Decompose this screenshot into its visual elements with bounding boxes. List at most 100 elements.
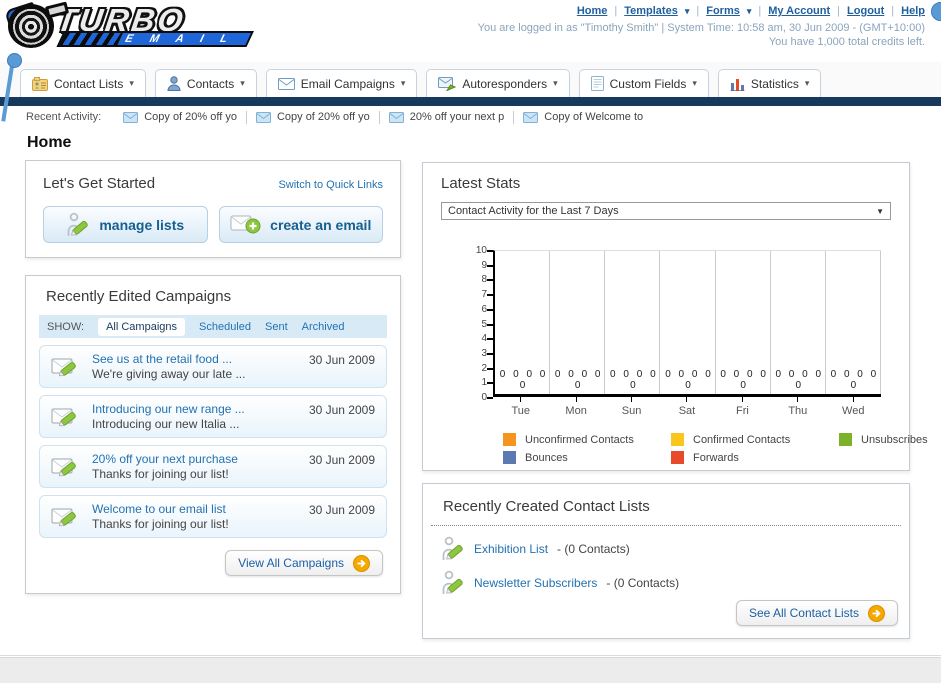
- nav-separator: |: [758, 5, 762, 17]
- campaign-date: 30 Jun 2009: [308, 453, 375, 467]
- arrow-circle-icon: [353, 554, 370, 572]
- legend-item: Unconfirmed Contacts: [503, 433, 671, 446]
- campaign-row[interactable]: See us at the retail food ... We're givi…: [39, 345, 387, 388]
- y-axis-tick-label: 0: [481, 392, 487, 403]
- divider: [513, 110, 515, 124]
- y-axis-tick-label: 1: [481, 377, 487, 389]
- filter-sent[interactable]: Sent: [265, 321, 288, 333]
- x-axis-category: Tue: [493, 397, 548, 417]
- divider: [378, 110, 380, 124]
- envelope-icon: [123, 111, 139, 123]
- person-pencil-icon: [66, 212, 90, 238]
- envelope-plus-icon: [230, 214, 261, 235]
- campaign-title-link[interactable]: See us at the retail food ...: [92, 352, 245, 367]
- chevron-down-icon: ▾: [746, 5, 752, 16]
- nav-templates-link[interactable]: Templates: [624, 5, 678, 17]
- get-started-panel: Let's Get Started Switch to Quick Links …: [25, 160, 401, 258]
- switch-quick-links[interactable]: Switch to Quick Links: [278, 179, 383, 191]
- filter-archived[interactable]: Archived: [302, 321, 345, 333]
- tab-custom-fields[interactable]: Custom Fields ▾: [578, 69, 709, 97]
- tab-contact-lists[interactable]: Contact Lists ▾: [20, 69, 146, 97]
- legend-swatch: [503, 451, 516, 464]
- y-axis-tick: [487, 250, 493, 252]
- y-axis-tick: [487, 367, 493, 370]
- nav-forms-link[interactable]: Forms: [706, 5, 740, 17]
- campaigns-title: Recently Edited Campaigns: [46, 288, 232, 305]
- get-started-title: Let's Get Started: [43, 175, 156, 192]
- contact-list-row[interactable]: Newsletter Subscribers - (0 Contacts): [441, 570, 891, 596]
- campaign-title-link[interactable]: Introducing our new range ...: [92, 402, 245, 417]
- see-all-contact-lists-label: See All Contact Lists: [748, 606, 859, 620]
- chart-value-label-group: 0 0 0 0 0: [830, 369, 877, 391]
- person-icon: [167, 76, 181, 91]
- tab-contacts[interactable]: Contacts ▾: [154, 69, 257, 97]
- activity-item-label: Copy of 20% off yo: [144, 111, 237, 123]
- nav-separator: |: [614, 5, 618, 17]
- y-axis-tick: [487, 382, 493, 385]
- arrow-circle-icon: [868, 604, 885, 622]
- login-status-text: You are logged in as "Timothy Smith" | S…: [477, 22, 925, 34]
- chevron-down-icon: ▾: [684, 5, 690, 16]
- envelope-icon: [255, 111, 271, 123]
- legend-label: Unsubscribes: [861, 433, 928, 446]
- legend-label: Bounces: [525, 451, 568, 464]
- chart-x-axis: Tue Mon Sun Sat Fri Thu Wed: [493, 397, 881, 417]
- campaign-row[interactable]: Welcome to our email list Thanks for joi…: [39, 495, 387, 538]
- x-axis-tick: [631, 397, 633, 402]
- tab-label: Contacts: [186, 76, 235, 91]
- chevron-down-icon: ▾: [400, 78, 406, 88]
- contact-list-count: - (0 Contacts): [557, 542, 630, 556]
- tab-statistics[interactable]: Statistics ▾: [717, 69, 822, 97]
- chart-value-label-group: 0 0 0 0 0: [554, 369, 601, 391]
- contact-lists-title: Recently Created Contact Lists: [443, 498, 650, 515]
- nav-home-link[interactable]: Home: [577, 5, 608, 17]
- x-axis-tick: [852, 397, 854, 402]
- recent-activity-item[interactable]: Copy of 20% off yo: [255, 111, 370, 123]
- chart-plot: 0 0 0 0 0 0 0 0 0 0 0 0 0 0 0 0 0 0 0 0 0 0 …: [476, 245, 881, 403]
- x-axis-tick: [520, 397, 522, 402]
- contact-list-link[interactable]: Exhibition List: [474, 542, 548, 556]
- turbo-email-logo: TURBO E M A I L: [4, 1, 254, 48]
- tab-autoresponders[interactable]: Autoresponders ▾: [426, 69, 570, 97]
- campaign-row[interactable]: 20% off your next purchase Thanks for jo…: [39, 445, 387, 488]
- campaign-date: 30 Jun 2009: [308, 403, 375, 417]
- contact-list-link[interactable]: Newsletter Subscribers: [474, 576, 597, 590]
- contact-list-row[interactable]: Exhibition List - (0 Contacts): [441, 536, 891, 562]
- recent-activity-item[interactable]: Copy of Welcome to: [523, 111, 643, 123]
- campaign-title-link[interactable]: 20% off your next purchase: [92, 452, 238, 467]
- x-axis-category: Sat: [659, 397, 714, 417]
- nav-help-link[interactable]: Help: [901, 5, 925, 17]
- annotation-pin: [7, 53, 22, 68]
- nav-logout-link[interactable]: Logout: [847, 5, 884, 17]
- campaign-title-link[interactable]: Welcome to our email list: [92, 502, 229, 517]
- create-email-button[interactable]: create an email: [218, 206, 383, 243]
- x-axis-tick: [686, 397, 688, 402]
- campaign-row[interactable]: Introducing our new range ... Introducin…: [39, 395, 387, 438]
- see-all-contact-lists-button[interactable]: See All Contact Lists: [735, 600, 898, 626]
- recent-activity-item[interactable]: Copy of 20% off yo: [123, 111, 237, 123]
- tab-email-campaigns[interactable]: Email Campaigns ▾: [265, 69, 418, 97]
- y-axis-tick: [487, 279, 493, 282]
- stats-period-select[interactable]: Contact Activity for the Last 7 Days ▼: [441, 202, 891, 220]
- logo-banner: E M A I L: [56, 31, 254, 47]
- envelope-pencil-icon: [51, 454, 81, 480]
- bar-chart-icon: [730, 77, 745, 91]
- filter-all-campaigns[interactable]: All Campaigns: [98, 317, 185, 336]
- chart-value-label-group: 0 0 0 0 0: [610, 369, 656, 391]
- activity-item-label: Copy of Welcome to: [544, 111, 644, 123]
- envelope-arrow-icon: [438, 76, 457, 91]
- y-axis-tick: [487, 323, 493, 326]
- view-all-campaigns-button[interactable]: View All Campaigns: [225, 550, 383, 576]
- filter-scheduled[interactable]: Scheduled: [199, 321, 251, 333]
- main-tabbar: Contact Lists ▾ Contacts ▾ Email Campaig…: [0, 62, 941, 97]
- manage-lists-button[interactable]: manage lists: [43, 206, 208, 243]
- campaign-filterbar: SHOW: All Campaigns Scheduled Sent Archi…: [39, 315, 387, 338]
- y-axis-tick-label: 9: [481, 259, 487, 271]
- y-axis-tick-label: 4: [481, 333, 487, 345]
- x-axis-category: Sun: [604, 397, 659, 417]
- nav-my-account-link[interactable]: My Account: [768, 5, 830, 17]
- recent-activity-item[interactable]: 20% off your next p: [388, 111, 504, 123]
- main-content: Home Let's Get Started Switch to Quick L…: [0, 128, 941, 656]
- recent-activity-bar: Recent Activity: Copy of 20% off yo Copy…: [0, 106, 941, 129]
- legend-swatch: [671, 451, 684, 464]
